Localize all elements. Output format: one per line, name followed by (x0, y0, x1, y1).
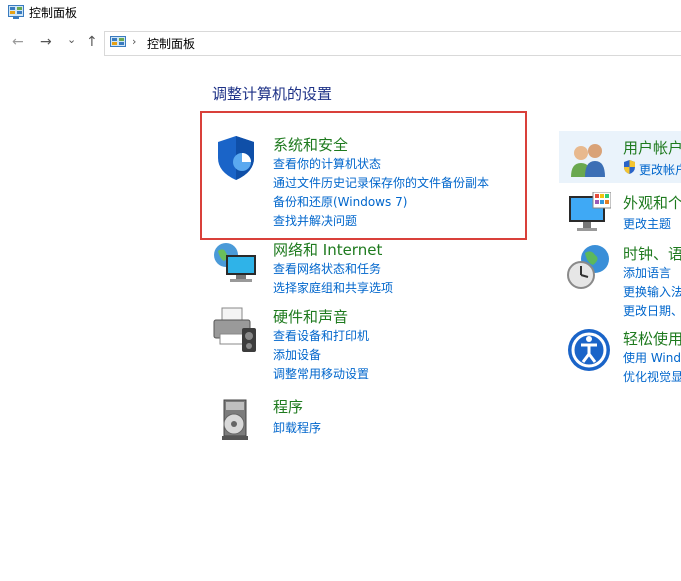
breadcrumb-separator[interactable]: › (132, 35, 136, 48)
forward-arrow-icon[interactable]: → (40, 35, 52, 49)
link-add-device[interactable]: 添加设备 (273, 346, 321, 363)
address-box[interactable]: › 控制面板 (104, 31, 681, 56)
link-mobility-settings[interactable]: 调整常用移动设置 (273, 365, 369, 382)
link-devices-printers[interactable]: 查看设备和打印机 (273, 327, 369, 344)
navigation-bar: ← → ⌄ ↑ › 控制面板 (0, 26, 681, 59)
category-title[interactable]: 外观和个 (623, 192, 681, 213)
category-title[interactable]: 轻松使用 (623, 328, 681, 349)
recent-locations-chevron-icon[interactable]: ⌄ (67, 33, 76, 47)
category-title[interactable]: 网络和 Internet (273, 239, 382, 260)
clock-globe-icon[interactable] (567, 243, 611, 291)
window-title: 控制面板 (29, 6, 78, 20)
page-title: 调整计算机的设置 (212, 85, 333, 103)
link-add-language[interactable]: 添加语言 (623, 264, 671, 281)
control-panel-icon (8, 5, 24, 19)
programs-icon[interactable] (212, 396, 260, 444)
link-change-date[interactable]: 更改日期、 (623, 302, 681, 319)
appearance-icon[interactable] (567, 192, 611, 236)
ease-of-access-icon[interactable] (567, 328, 611, 372)
link-uninstall-program[interactable]: 卸载程序 (273, 419, 321, 436)
category-title[interactable]: 时钟、语 (623, 243, 681, 264)
link-change-account[interactable]: 更改帐户 (639, 161, 681, 178)
users-icon[interactable] (567, 137, 611, 181)
title-bar: 控制面板 (0, 0, 681, 26)
network-icon[interactable] (212, 239, 260, 287)
highlight-box (200, 111, 527, 240)
up-arrow-icon[interactable]: ↑ (86, 35, 98, 49)
link-homegroup[interactable]: 选择家庭组和共享选项 (273, 279, 393, 296)
uac-shield-icon (624, 160, 635, 174)
link-network-status[interactable]: 查看网络状态和任务 (273, 260, 381, 277)
link-optimize-display[interactable]: 优化视觉显 (623, 368, 681, 385)
category-title[interactable]: 程序 (273, 396, 303, 417)
breadcrumb[interactable]: 控制面板 (147, 35, 195, 52)
link-change-theme[interactable]: 更改主题 (623, 215, 671, 232)
category-title[interactable]: 用户帐户 (623, 137, 681, 158)
category-title[interactable]: 硬件和声音 (273, 306, 348, 327)
link-windows-suggestions[interactable]: 使用 Wind (623, 349, 681, 366)
back-arrow-icon[interactable]: ← (12, 35, 24, 49)
printer-icon[interactable] (212, 306, 260, 354)
control-panel-icon (110, 36, 126, 47)
link-change-input-method[interactable]: 更换输入法 (623, 283, 681, 300)
